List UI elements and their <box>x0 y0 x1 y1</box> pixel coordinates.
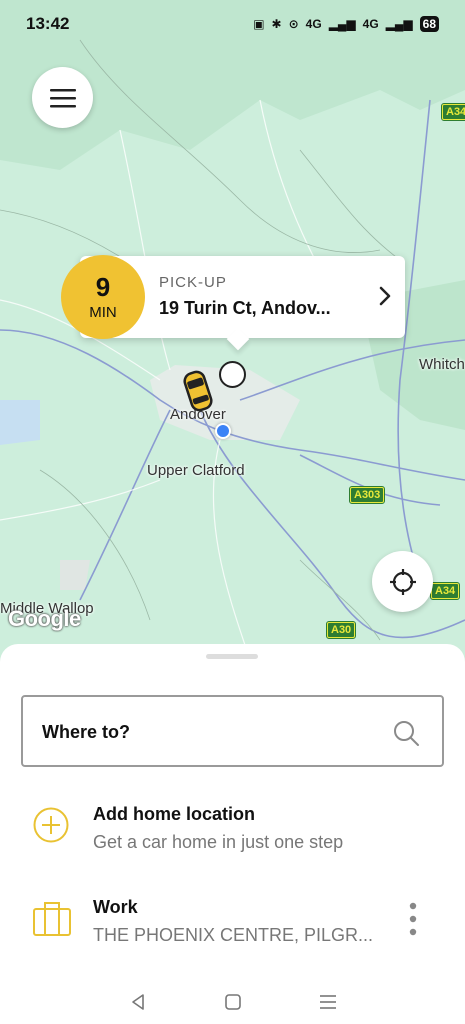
briefcase-icon <box>33 902 71 936</box>
status-bar: 13:42 ▣ ✱ ⊙ 4G ▂▄▆ 4G ▂▄▆ 68 <box>0 0 465 48</box>
car-icon <box>183 370 213 412</box>
pickup-label: PICK-UP <box>159 274 227 291</box>
home-icon[interactable] <box>224 993 242 1011</box>
nfc-icon: ▣ <box>253 17 265 31</box>
search-placeholder: Where to? <box>42 722 130 742</box>
road-shield: A30 <box>325 621 357 639</box>
hamburger-icon <box>49 88 76 107</box>
recenter-button[interactable] <box>372 551 433 612</box>
location-icon: ⊙ <box>288 17 299 31</box>
battery-indicator: 68 <box>419 16 439 32</box>
sheet-drag-handle[interactable] <box>206 654 258 659</box>
chevron-right-icon <box>379 286 391 306</box>
add-home-location-row[interactable]: Add home location Get a car home in just… <box>0 794 465 864</box>
eta-badge[interactable]: 9 MIN <box>61 255 145 339</box>
back-icon[interactable] <box>129 993 147 1011</box>
recents-icon[interactable] <box>319 993 337 1011</box>
search-icon <box>394 721 419 746</box>
row-subtitle: Get a car home in just one step <box>93 832 344 852</box>
menu-button[interactable] <box>32 67 93 128</box>
status-icons: ▣ ✱ ⊙ 4G ▂▄▆ 4G ▂▄▆ 68 <box>253 16 439 32</box>
signal-bars-icon: ▂▄▆ <box>385 17 413 31</box>
pickup-address: 19 Turin Ct, Andov... <box>159 298 331 318</box>
eta-unit: MIN <box>89 303 117 321</box>
pickup-pin-icon <box>219 361 246 388</box>
plus-circle-icon <box>33 807 69 843</box>
bottom-sheet: Where to? Add home location Get a car ho… <box>0 644 465 1024</box>
crosshair-icon <box>389 568 416 595</box>
current-location-dot <box>215 423 231 439</box>
more-options-icon[interactable] <box>405 901 421 937</box>
map-town-label: Whitch <box>419 356 465 373</box>
row-subtitle: THE PHOENIX CENTRE, PILGR... <box>93 925 374 945</box>
road-shield: A34 <box>429 582 461 600</box>
bluetooth-icon: ✱ <box>271 17 282 31</box>
map-town-label: Upper Clatford <box>147 462 245 479</box>
destination-search-input[interactable]: Where to? <box>21 695 444 767</box>
signal-bars-icon: ▂▄▆ <box>328 17 356 31</box>
status-time: 13:42 <box>26 14 70 33</box>
eta-value: 9 <box>95 271 111 302</box>
work-location-row[interactable]: Work THE PHOENIX CENTRE, PILGR... <box>0 887 465 957</box>
row-title: Add home location <box>93 804 255 824</box>
signal-1: 4G <box>305 17 322 31</box>
row-title: Work <box>93 897 138 917</box>
road-shield: A34 <box>440 103 465 121</box>
signal-2: 4G <box>362 17 379 31</box>
system-nav-bar <box>0 980 465 1024</box>
road-shield: A303 <box>348 486 386 504</box>
google-attribution: Google <box>8 606 81 631</box>
